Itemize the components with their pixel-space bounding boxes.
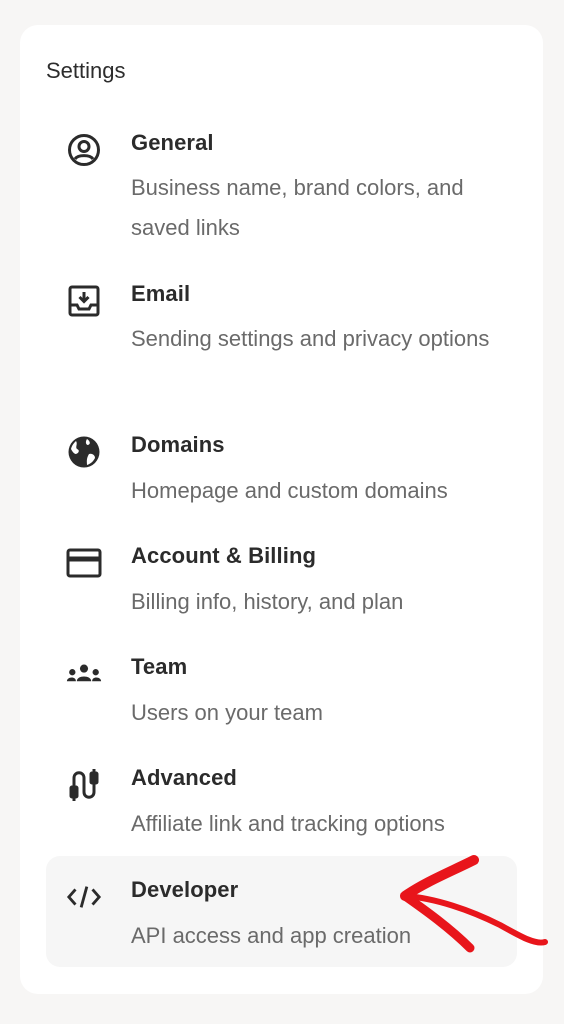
settings-item-description: Homepage and custom domains — [131, 478, 448, 503]
settings-item-description: Business name, brand colors, and saved l… — [131, 175, 464, 240]
settings-item-label: Domains — [131, 432, 225, 457]
settings-item-label: Developer — [131, 877, 239, 902]
settings-item-label: Advanced — [131, 765, 237, 790]
user-circle-icon — [66, 132, 102, 168]
settings-title: Settings — [46, 58, 126, 83]
inbox-download-icon — [66, 283, 102, 319]
settings-item-account-billing[interactable]: Account & Billing Billing info, history,… — [46, 533, 517, 633]
credit-card-icon — [66, 545, 102, 581]
settings-panel: Settings General Business name, brand co… — [20, 25, 543, 994]
settings-item-description: Users on your team — [131, 700, 323, 725]
settings-item-label: Team — [131, 654, 188, 679]
cable-icon — [66, 767, 102, 803]
settings-item-label: General — [131, 130, 214, 155]
globe-icon — [66, 434, 102, 470]
code-icon — [66, 879, 102, 915]
settings-item-advanced[interactable]: Advanced Affiliate link and tracking opt… — [46, 755, 517, 855]
settings-item-label: Account & Billing — [131, 543, 317, 568]
settings-item-description: Affiliate link and tracking options — [131, 811, 445, 836]
settings-item-email[interactable]: Email Sending settings and privacy optio… — [46, 271, 517, 411]
settings-item-description: Billing info, history, and plan — [131, 589, 404, 614]
red-arrow-annotation — [400, 855, 548, 953]
settings-item-general[interactable]: General Business name, brand colors, and… — [46, 120, 517, 260]
settings-item-team[interactable]: Team Users on your team — [46, 644, 517, 744]
team-icon — [66, 656, 102, 692]
settings-item-description: Sending settings and privacy options — [131, 326, 490, 351]
settings-item-domains[interactable]: Domains Homepage and custom domains — [46, 422, 517, 522]
settings-item-label: Email — [131, 281, 191, 306]
